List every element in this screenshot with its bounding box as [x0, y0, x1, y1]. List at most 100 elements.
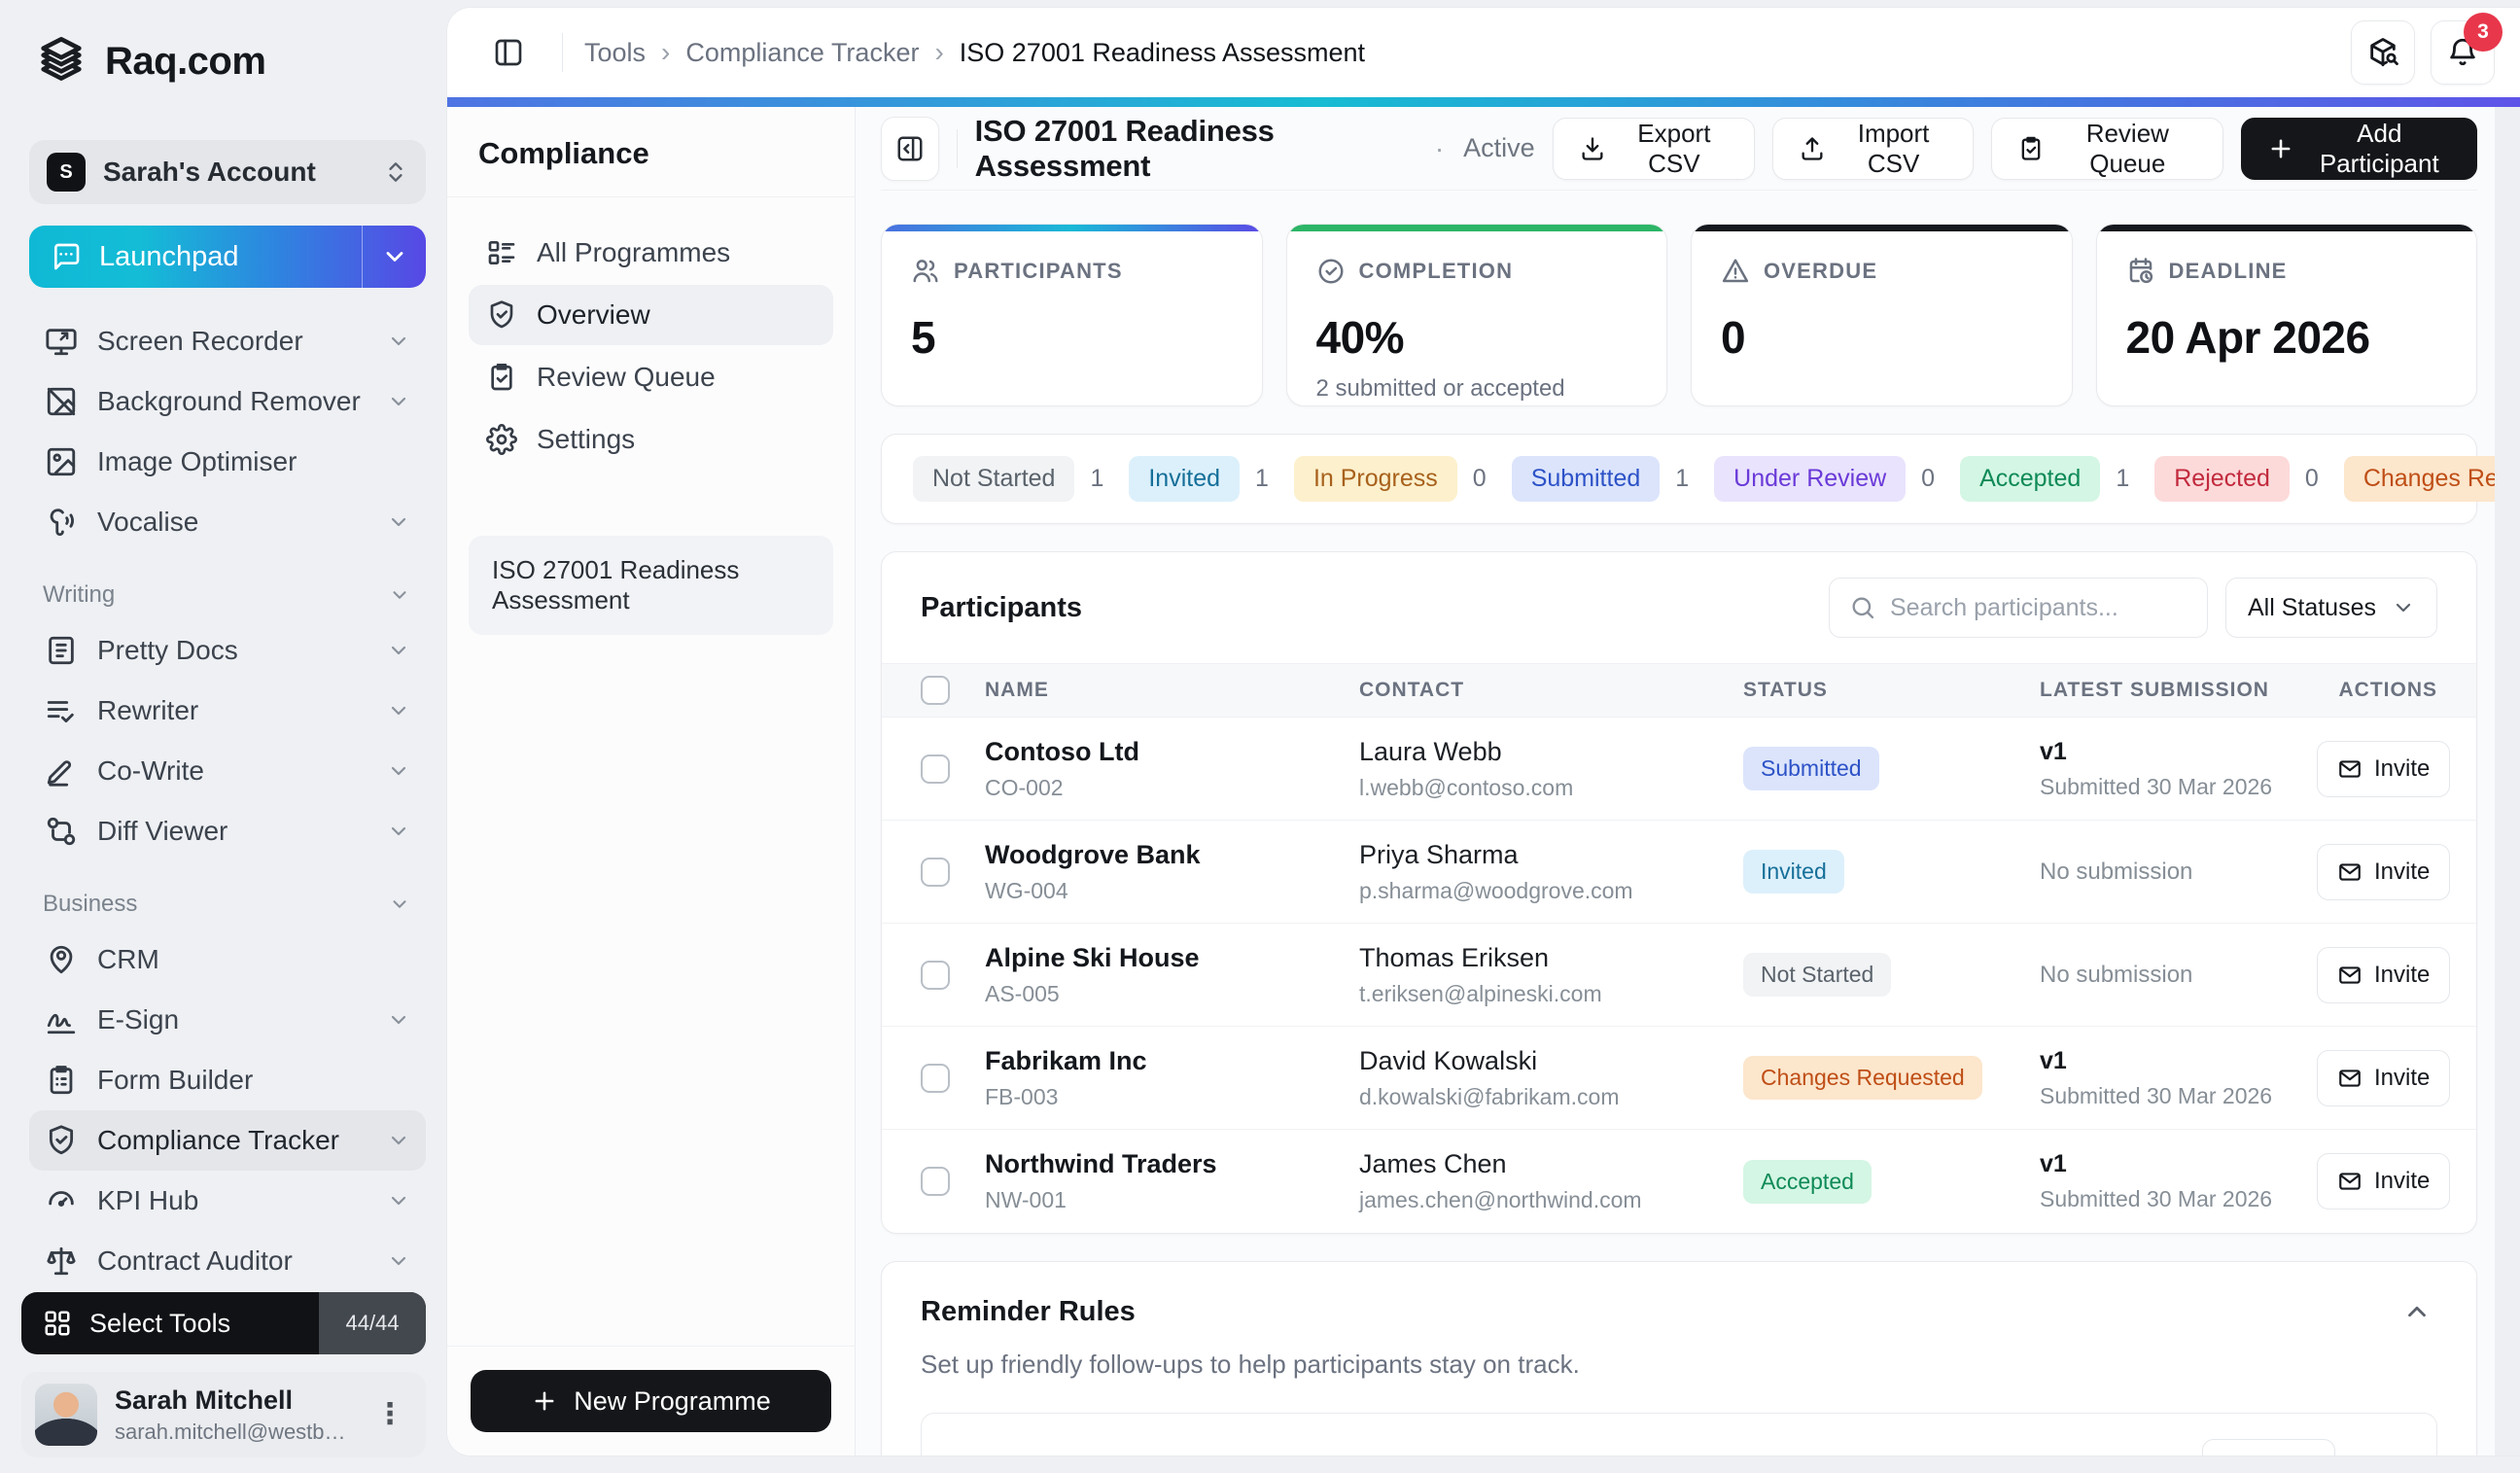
reminder-rules-title: Reminder Rules: [921, 1296, 1136, 1328]
status-text: Active: [1463, 133, 1535, 163]
sidebar-item-co-write[interactable]: Co-Write: [29, 741, 426, 801]
participant-code: CO-002: [985, 775, 1359, 801]
sidebar-item-diff-viewer[interactable]: Diff Viewer: [29, 801, 426, 861]
participants-card: Participants All Statuses: [881, 551, 2477, 1234]
stat-card-participants: PARTICIPANTS 5: [881, 224, 1263, 406]
launchpad-button[interactable]: Launchpad: [29, 226, 426, 288]
sidebar-item-form-builder[interactable]: Form Builder: [29, 1050, 426, 1110]
status-filter-dropdown[interactable]: All Statuses: [2225, 578, 2437, 638]
clipboard-check-icon: [2017, 135, 2045, 162]
content-header: ISO 27001 Readiness Assessment · Active …: [881, 107, 2477, 191]
new-programme-button[interactable]: New Programme: [471, 1370, 831, 1432]
toggle-sidebar-button[interactable]: [476, 20, 541, 85]
section-writing[interactable]: Writing: [29, 570, 426, 620]
disable-rule-button[interactable]: Disable: [2202, 1439, 2335, 1455]
scrollbar[interactable]: [2495, 107, 2520, 1455]
upload-icon: [1799, 135, 1826, 162]
collapse-section-button[interactable]: [2397, 1291, 2437, 1332]
row-checkbox[interactable]: [921, 1167, 950, 1196]
sidebar-item-crm[interactable]: CRM: [29, 929, 426, 990]
grid-icon: [43, 1309, 72, 1338]
screen-recorder-icon: [45, 325, 78, 358]
user-card[interactable]: Sarah Mitchell sarah.mitchell@westbur...…: [21, 1372, 426, 1457]
row-checkbox[interactable]: [921, 961, 950, 990]
chevron-down-icon: [387, 759, 410, 783]
reminder-rules-subtitle: Set up friendly follow-ups to help parti…: [921, 1350, 2437, 1380]
status-pill-under-review[interactable]: Under Review: [1714, 456, 1906, 502]
stat-accent: [2097, 225, 2477, 231]
add-participant-button[interactable]: Add Participant: [2241, 118, 2477, 180]
calendar-clock-icon: [2126, 257, 2155, 286]
sidebar-item-kpi-hub[interactable]: KPI Hub: [29, 1171, 426, 1231]
user-name: Sarah Mitchell: [115, 1385, 350, 1416]
status-pill-invited[interactable]: Invited: [1129, 456, 1240, 502]
status-pill-in-progress[interactable]: In Progress: [1294, 456, 1457, 502]
status-pill-accepted[interactable]: Accepted: [1960, 456, 2100, 502]
check-circle-icon: [1316, 257, 1346, 286]
status-pill-group: Accepted 1: [1960, 456, 2129, 502]
select-all-checkbox[interactable]: [921, 676, 950, 705]
submission-date: Submitted 30 Mar 2026: [2040, 774, 2317, 800]
launchpad-expand-button[interactable]: [362, 226, 426, 288]
select-tools-button[interactable]: Select Tools 44/44: [21, 1292, 426, 1354]
sidebar-item-compliance-tracker[interactable]: Compliance Tracker: [29, 1110, 426, 1171]
contact-email: d.kowalski@fabrikam.com: [1359, 1084, 1743, 1110]
tools-nav: Screen Recorder Background Remover Image…: [29, 311, 426, 1291]
export-csv-button[interactable]: Export CSV: [1553, 118, 1755, 180]
status-pill-submitted[interactable]: Submitted: [1512, 456, 1661, 502]
sidebar-item-rewriter[interactable]: Rewriter: [29, 681, 426, 741]
submission-date: No submission: [2040, 962, 2192, 988]
panel-item-programme[interactable]: ISO 27001 Readiness Assessment: [469, 536, 833, 635]
status-pill-rejected[interactable]: Rejected: [2154, 456, 2290, 502]
sidebar-item-e-sign[interactable]: E-Sign: [29, 990, 426, 1050]
rule-menu-button[interactable]: •••: [2355, 1451, 2407, 1455]
status-pill-not-started[interactable]: Not Started: [913, 456, 1074, 502]
panel-item-review-queue[interactable]: Review Queue: [469, 347, 833, 407]
alert-triangle-icon: [1721, 257, 1750, 286]
panel-item-all-programmes[interactable]: All Programmes: [469, 223, 833, 283]
document-icon: [45, 634, 78, 667]
search-participants-input[interactable]: [1890, 594, 2188, 622]
sidebar-item-image-optimiser[interactable]: Image Optimiser: [29, 432, 426, 492]
invite-button[interactable]: Invite: [2317, 1153, 2450, 1210]
panel-item-overview[interactable]: Overview: [469, 285, 833, 345]
download-icon: [1579, 135, 1606, 162]
chevron-down-icon: [387, 390, 410, 413]
row-checkbox[interactable]: [921, 754, 950, 784]
participant-name: Woodgrove Bank: [985, 840, 1359, 870]
breadcrumb: Tools › Compliance Tracker › ISO 27001 R…: [584, 37, 1365, 68]
sidebar-item-vocalise[interactable]: Vocalise: [29, 492, 426, 552]
invite-button[interactable]: Invite: [2317, 741, 2450, 797]
status-badge: Submitted: [1743, 747, 1879, 790]
row-checkbox[interactable]: [921, 858, 950, 887]
invite-button[interactable]: Invite: [2317, 844, 2450, 900]
participant-name: Fabrikam Inc: [985, 1046, 1359, 1076]
section-business[interactable]: Business: [29, 879, 426, 929]
stat-card-deadline: DEADLINE 20 Apr 2026: [2096, 224, 2478, 406]
panel-item-settings[interactable]: Settings: [469, 409, 833, 470]
status-pill-group: Rejected 0: [2154, 456, 2319, 502]
account-avatar: S: [47, 153, 86, 192]
invite-button[interactable]: Invite: [2317, 947, 2450, 1003]
collapse-panel-button[interactable]: [881, 117, 939, 181]
chevron-down-icon: [387, 1189, 410, 1212]
sidebar-item-screen-recorder[interactable]: Screen Recorder: [29, 311, 426, 371]
breadcrumb-compliance-tracker[interactable]: Compliance Tracker: [685, 38, 919, 68]
sidebar-item-pretty-docs[interactable]: Pretty Docs: [29, 620, 426, 681]
status-pill-changes-requested[interactable]: Changes Requested: [2344, 456, 2495, 502]
row-checkbox[interactable]: [921, 1064, 950, 1093]
breadcrumb-tools[interactable]: Tools: [584, 38, 646, 68]
layout-list-icon: [486, 237, 517, 268]
review-queue-button[interactable]: Review Queue: [1991, 118, 2222, 180]
import-csv-button[interactable]: Import CSV: [1772, 118, 1974, 180]
brand-gradient-bar: [447, 97, 2520, 107]
status-pill-group: Submitted 1: [1512, 456, 1689, 502]
sidebar-item-contract-auditor[interactable]: Contract Auditor: [29, 1231, 426, 1291]
account-switcher[interactable]: S Sarah's Account: [29, 140, 426, 204]
package-search-button[interactable]: [2351, 20, 2415, 85]
invite-button[interactable]: Invite: [2317, 1050, 2450, 1106]
contact-name: Priya Sharma: [1359, 840, 1743, 870]
user-menu-button[interactable]: ⋮: [368, 1400, 412, 1429]
status-pill-group: Invited 1: [1129, 456, 1269, 502]
sidebar-item-background-remover[interactable]: Background Remover: [29, 371, 426, 432]
